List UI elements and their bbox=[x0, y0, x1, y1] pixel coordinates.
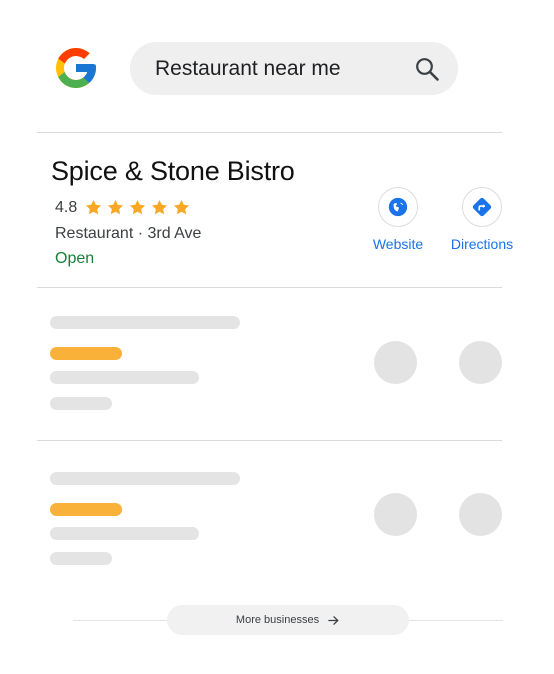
more-businesses-button[interactable]: More businesses bbox=[167, 605, 409, 635]
directions-label[interactable]: Directions bbox=[437, 236, 527, 252]
skeleton-line bbox=[50, 527, 199, 540]
star-icon bbox=[130, 199, 146, 215]
skeleton-line bbox=[50, 552, 112, 565]
rating-row: 4.8 bbox=[55, 198, 191, 217]
google-logo-icon bbox=[56, 48, 96, 88]
result-subtitle: Restaurant · 3rd Ave bbox=[55, 225, 202, 242]
skeleton-action-circle bbox=[459, 493, 502, 536]
skeleton-line bbox=[50, 371, 199, 384]
website-circle[interactable] bbox=[378, 187, 418, 227]
open-status: Open bbox=[55, 250, 95, 267]
skeleton-action-circle bbox=[374, 493, 417, 536]
search-icon[interactable] bbox=[414, 56, 440, 82]
directions-icon bbox=[472, 197, 492, 217]
skeleton-line bbox=[50, 397, 112, 410]
divider bbox=[37, 287, 502, 288]
more-businesses-label[interactable]: More businesses bbox=[236, 614, 319, 626]
directions-circle[interactable] bbox=[462, 187, 502, 227]
search-input[interactable] bbox=[155, 56, 400, 81]
skeleton-rating-line bbox=[50, 347, 122, 360]
skeleton-action-circle bbox=[374, 341, 417, 384]
directions-button[interactable]: Directions bbox=[437, 187, 527, 252]
website-label[interactable]: Website bbox=[353, 236, 443, 252]
skeleton-line bbox=[50, 472, 240, 485]
divider bbox=[37, 132, 502, 133]
star-icon bbox=[152, 199, 168, 215]
search-box[interactable] bbox=[130, 42, 458, 95]
skeleton-action-circle bbox=[459, 341, 502, 384]
globe-icon bbox=[388, 197, 408, 217]
rating-value: 4.8 bbox=[55, 198, 78, 216]
star-rating bbox=[84, 198, 191, 217]
website-button[interactable]: Website bbox=[353, 187, 443, 252]
result-title[interactable]: Spice & Stone Bistro bbox=[51, 156, 295, 187]
skeleton-rating-line bbox=[50, 503, 122, 516]
skeleton-line bbox=[50, 316, 240, 329]
arrow-right-icon bbox=[328, 615, 339, 625]
star-icon bbox=[174, 199, 190, 215]
divider bbox=[37, 440, 502, 441]
star-icon bbox=[86, 199, 102, 215]
star-icon bbox=[108, 199, 124, 215]
